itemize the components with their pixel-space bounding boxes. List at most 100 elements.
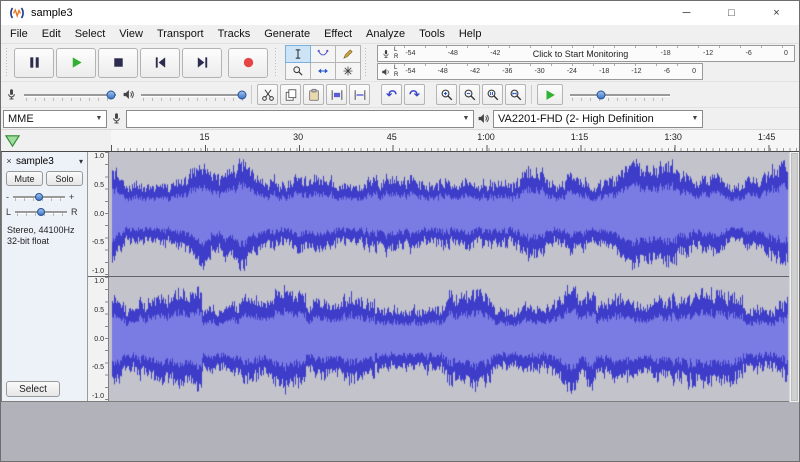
ruler-label: 1.0 — [94, 278, 104, 285]
silence-audio-button[interactable] — [349, 84, 370, 105]
skip-to-start-button[interactable] — [140, 48, 180, 78]
close-button[interactable]: × — [754, 1, 799, 25]
slider-thumb[interactable] — [37, 208, 45, 216]
cut-button[interactable] — [257, 84, 278, 105]
redo-button[interactable]: ↷ — [404, 84, 425, 105]
toolbar-row-2: ↶ ↷ — [1, 82, 799, 108]
waveform-channel-right[interactable] — [109, 277, 789, 401]
vertical-ruler-right[interactable]: 1.00.50.0-0.5-1.0 — [88, 277, 109, 401]
slider-thumb[interactable] — [597, 90, 606, 99]
selection-tool-icon — [292, 48, 304, 60]
meter-scale-number: 0 — [692, 68, 696, 75]
audio-host-select[interactable]: MME ▼ — [3, 110, 107, 128]
timeline-corner — [1, 130, 111, 151]
waveform-channel-left[interactable] — [109, 152, 789, 276]
timeline-ruler[interactable]: 1530451:001:151:301:45 — [111, 130, 799, 151]
meter-scale-number: -6 — [664, 68, 670, 75]
select-button[interactable]: Select — [6, 381, 60, 397]
chevron-down-icon: ▼ — [92, 115, 106, 122]
play-at-speed-button[interactable] — [537, 84, 563, 105]
pan-slider[interactable] — [13, 205, 69, 218]
menu-item[interactable]: Transport — [150, 25, 211, 43]
maximize-button[interactable]: □ — [709, 1, 754, 25]
copy-icon — [284, 88, 298, 102]
mute-button[interactable]: Mute — [6, 171, 43, 186]
playback-device-select[interactable]: VA2201-FHD (2- High Definition ▼ — [493, 110, 703, 128]
stop-button[interactable] — [98, 48, 138, 78]
toolbar-grip[interactable] — [273, 48, 278, 78]
track-title[interactable]: sample3 — [16, 156, 77, 167]
envelope-tool-icon — [317, 48, 329, 60]
menu-item[interactable]: File — [3, 25, 35, 43]
timeline-label: 1:45 — [758, 132, 776, 142]
recording-meter[interactable]: LR -54-48-42 Click to Start Monitoring -… — [377, 45, 795, 62]
gain-slider[interactable] — [11, 190, 67, 203]
menu-item[interactable]: View — [112, 25, 150, 43]
ruler-label: 1.0 — [94, 153, 104, 160]
track-buttons: Mute Solo — [6, 171, 85, 186]
selection-tool-button[interactable] — [285, 45, 311, 63]
play-button[interactable] — [56, 48, 96, 78]
play-speed-slider[interactable] — [568, 87, 672, 103]
draw-tool-button[interactable] — [335, 45, 361, 63]
skip-to-end-button[interactable] — [182, 48, 222, 78]
zoom-tool-button[interactable] — [285, 62, 311, 80]
menu-item[interactable]: Effect — [317, 25, 359, 43]
slider-thumb[interactable] — [237, 90, 246, 99]
pause-button[interactable] — [14, 48, 54, 78]
record-button[interactable] — [228, 48, 268, 78]
speaker-icon — [122, 88, 135, 101]
vertical-scrollbar[interactable] — [789, 152, 799, 402]
slider-thumb[interactable] — [107, 90, 116, 99]
zoom-in-icon — [440, 88, 454, 102]
menu-item[interactable]: Help — [452, 25, 489, 43]
menu-item[interactable]: Generate — [257, 25, 317, 43]
menu-item[interactable]: Tracks — [211, 25, 258, 43]
menu-item[interactable]: Edit — [35, 25, 68, 43]
slider-thumb[interactable] — [35, 193, 43, 201]
pan-left-label: L — [6, 207, 11, 217]
paste-button[interactable] — [303, 84, 324, 105]
menu-item[interactable]: Select — [68, 25, 113, 43]
copy-button[interactable] — [280, 84, 301, 105]
timeline: 1530451:001:151:301:45 — [1, 130, 799, 152]
timeline-label: 30 — [293, 132, 303, 142]
microphone-icon — [381, 49, 391, 59]
undo-button[interactable]: ↶ — [381, 84, 402, 105]
multi-tool-button[interactable] — [335, 62, 361, 80]
timeline-label: 15 — [200, 132, 210, 142]
solo-button[interactable]: Solo — [46, 171, 83, 186]
device-toolbar: MME ▼ ▼ VA2201-FHD (2- High Definition ▼ — [1, 108, 799, 130]
toolbar-separator — [251, 85, 252, 104]
meter-scale-number: -24 — [567, 68, 577, 75]
vertical-ruler-left[interactable]: 1.00.50.0-0.5-1.0 — [88, 152, 109, 276]
menu-item[interactable]: Tools — [412, 25, 452, 43]
trim-audio-button[interactable] — [326, 84, 347, 105]
meter-monitoring-hint[interactable]: Click to Start Monitoring — [533, 49, 629, 59]
toolbar-row-1: LR -54-48-42 Click to Start Monitoring -… — [1, 44, 799, 82]
speaker-icon — [381, 67, 391, 77]
trim-audio-icon — [330, 88, 344, 102]
toolbar-grip[interactable] — [4, 48, 9, 78]
time-shift-tool-button[interactable] — [310, 62, 336, 80]
zoom-out-button[interactable] — [459, 84, 480, 105]
playback-meter[interactable]: LR -54-48-42-36-30-24-18-12-60 — [377, 63, 703, 80]
scrollbar-thumb[interactable] — [791, 153, 798, 401]
meter-scale-number: -36 — [502, 68, 512, 75]
fit-project-button[interactable] — [505, 84, 526, 105]
pinned-play-head-button[interactable] — [4, 134, 21, 148]
track-menu-button[interactable]: ▾ — [79, 157, 85, 166]
zoom-in-button[interactable] — [436, 84, 457, 105]
timeline-label: 1:30 — [664, 132, 682, 142]
menubar: FileEditSelectViewTransportTracksGenerat… — [1, 25, 799, 44]
track-close-button[interactable]: × — [4, 156, 14, 166]
minimize-button[interactable]: ─ — [664, 1, 709, 25]
menu-item[interactable]: Analyze — [359, 25, 412, 43]
playback-volume-slider[interactable] — [139, 87, 247, 103]
envelope-tool-button[interactable] — [310, 45, 336, 63]
fit-selection-button[interactable] — [482, 84, 503, 105]
recording-volume-slider[interactable] — [22, 87, 118, 103]
ruler-label: 0.5 — [94, 307, 104, 314]
toolbar-grip[interactable] — [363, 48, 368, 78]
recording-device-select[interactable]: ▼ — [126, 110, 474, 128]
